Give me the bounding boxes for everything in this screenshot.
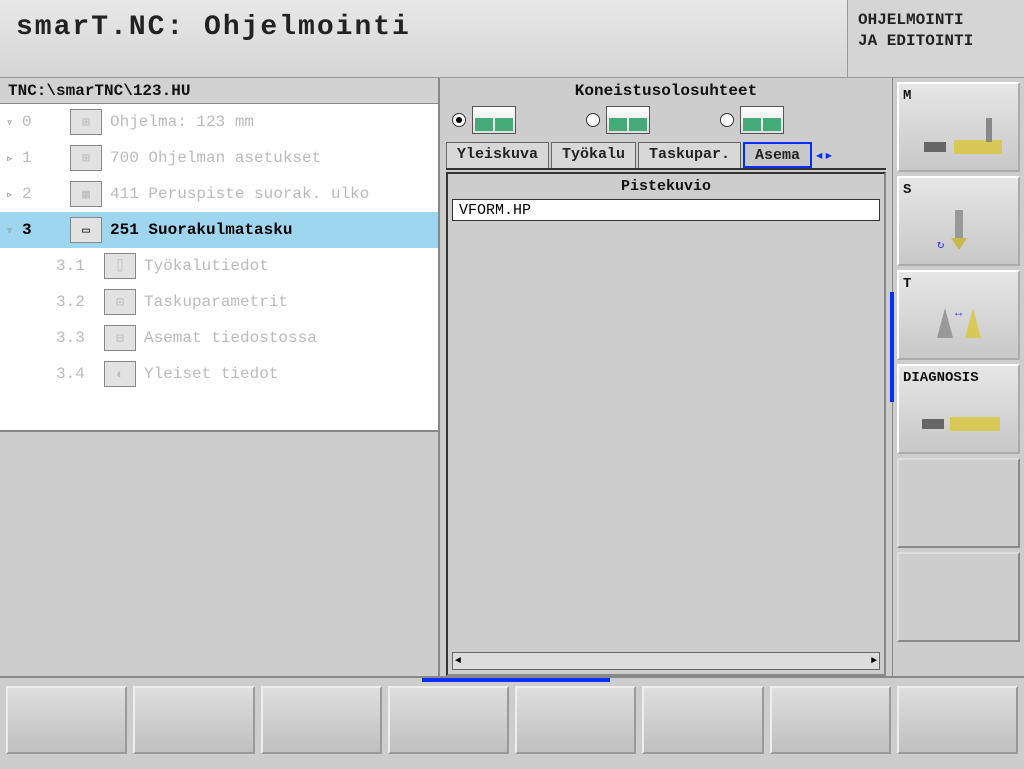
scroll-left-icon[interactable]: ◄ [455, 656, 461, 667]
radio-icon [720, 113, 734, 127]
scroll-right-icon[interactable]: ► [871, 656, 877, 667]
softkey-7[interactable] [770, 686, 891, 754]
tab-bar: YleiskuvaTyökaluTaskupar.Asema◂▸ [446, 142, 886, 170]
side-button-empty [897, 458, 1020, 548]
pattern-file-input[interactable] [452, 199, 880, 221]
radio-thumb-icon [472, 106, 516, 134]
softkey-1[interactable] [6, 686, 127, 754]
tree-node-icon: ▦ [70, 181, 102, 207]
tree-label: Asemat tiedostossa [144, 329, 438, 347]
tree-num: 2 [22, 185, 62, 203]
side-button-icon: ↻ [903, 198, 1014, 260]
tree-label: 411 Peruspiste suorak. ulko [110, 185, 438, 203]
tree-arrow-icon: ▿ [6, 115, 22, 130]
mode-line2: JA EDITOINTI [858, 31, 1014, 52]
side-button-label: M [903, 88, 1014, 104]
tree-row-3.2[interactable]: 3.2 ⊡ Taskuparametrit [0, 284, 438, 320]
svg-text:↔: ↔ [955, 306, 963, 320]
side-button-t[interactable]: T↔ [897, 270, 1020, 360]
app-title: smarT.NC: Ohjelmointi [0, 0, 848, 77]
tree-node-icon: ⊞ [70, 109, 102, 135]
conditions-title: Koneistusolosuhteet [446, 82, 886, 100]
radio-icon [452, 113, 466, 127]
side-button-label: DIAGNOSIS [903, 370, 1014, 386]
tree-row-3[interactable]: ▿3 ▭ 251 Suorakulmatasku [0, 212, 438, 248]
side-button-label: S [903, 182, 1014, 198]
tree-num: 3.4 [56, 365, 96, 383]
side-button-s[interactable]: S↻ [897, 176, 1020, 266]
side-button-icon: ↔ [903, 292, 1014, 354]
mode-indicator: OHJELMOINTI JA EDITOINTI [848, 0, 1024, 77]
tree-label: Yleiset tiedot [144, 365, 438, 383]
tree-node-icon: ◐ [104, 361, 136, 387]
tree-row-3.1[interactable]: 3.1 ⌷ Työkalutiedot [0, 248, 438, 284]
side-button-label: T [903, 276, 1014, 292]
mode-line1: OHJELMOINTI [858, 10, 1014, 31]
tree-num: 3 [22, 221, 62, 239]
tree-node-icon: ⊟ [104, 325, 136, 351]
tree-row-2[interactable]: ▹2 ▦ 411 Peruspiste suorak. ulko [0, 176, 438, 212]
softkey-5[interactable] [515, 686, 636, 754]
radio-thumb-icon [740, 106, 784, 134]
tree-arrow-icon: ▿ [6, 223, 22, 238]
radio-option-1[interactable] [452, 106, 516, 134]
tree-num: 1 [22, 149, 62, 167]
tab-scroll-icon[interactable]: ◂▸ [814, 142, 834, 168]
left-empty-panel [0, 432, 438, 676]
radio-icon [586, 113, 600, 127]
radio-option-2[interactable] [586, 106, 650, 134]
tree-arrow-icon: ▹ [6, 151, 22, 166]
tab-työkalu[interactable]: Työkalu [551, 142, 636, 168]
tree-num: 3.2 [56, 293, 96, 311]
tree-node-icon: ⌷ [104, 253, 136, 279]
softkey-8[interactable] [897, 686, 1018, 754]
radio-option-3[interactable] [720, 106, 784, 134]
softkey-6[interactable] [642, 686, 763, 754]
tree-node-icon: ⊡ [104, 289, 136, 315]
softkey-4[interactable] [388, 686, 509, 754]
tab-yleiskuva[interactable]: Yleiskuva [446, 142, 549, 168]
tree-num: 0 [22, 113, 62, 131]
side-button-m[interactable]: M [897, 82, 1020, 172]
machining-mode-radios [446, 104, 886, 142]
tree-num: 3.3 [56, 329, 96, 347]
tree-row-3.4[interactable]: 3.4 ◐ Yleiset tiedot [0, 356, 438, 392]
svg-text:↻: ↻ [937, 238, 944, 252]
softkey-2[interactable] [133, 686, 254, 754]
tree-num: 3.1 [56, 257, 96, 275]
tree-label: Työkalutiedot [144, 257, 438, 275]
side-button-icon [903, 104, 1014, 166]
softkey-bar [0, 676, 1024, 762]
softkey-page-indicator [422, 678, 610, 682]
tab-asema[interactable]: Asema [743, 142, 812, 168]
tree-label: 251 Suorakulmatasku [110, 221, 438, 239]
side-button-icon [903, 386, 1014, 448]
tree-node-icon: ⊞ [70, 145, 102, 171]
file-path: TNC:\smarTNC\123.HU [0, 78, 438, 104]
side-button-diagnosis[interactable]: DIAGNOSIS [897, 364, 1020, 454]
program-tree[interactable]: ▿0⊞Ohjelma: 123 mm▹1⊞700 Ohjelman asetuk… [0, 104, 438, 432]
tree-row-1[interactable]: ▹1 ⊞ 700 Ohjelman asetukset [0, 140, 438, 176]
tree-arrow-icon: ▹ [6, 187, 22, 202]
tree-row-0[interactable]: ▿0 ⊞ Ohjelma: 123 mm [0, 104, 438, 140]
softkey-3[interactable] [261, 686, 382, 754]
pattern-label: Pistekuvio [448, 174, 884, 199]
selection-indicator [890, 292, 894, 402]
tree-label: 700 Ohjelman asetukset [110, 149, 438, 167]
tree-node-icon: ▭ [70, 217, 102, 243]
tree-label: Taskuparametrit [144, 293, 438, 311]
radio-thumb-icon [606, 106, 650, 134]
tree-row-3.3[interactable]: 3.3 ⊟ Asemat tiedostossa [0, 320, 438, 356]
tab-taskupar[interactable]: Taskupar. [638, 142, 741, 168]
horizontal-scrollbar[interactable]: ◄ ► [452, 652, 880, 670]
tab-content: Pistekuvio ◄ ► [446, 172, 886, 676]
side-button-empty [897, 552, 1020, 642]
tree-label: Ohjelma: 123 mm [110, 113, 438, 131]
